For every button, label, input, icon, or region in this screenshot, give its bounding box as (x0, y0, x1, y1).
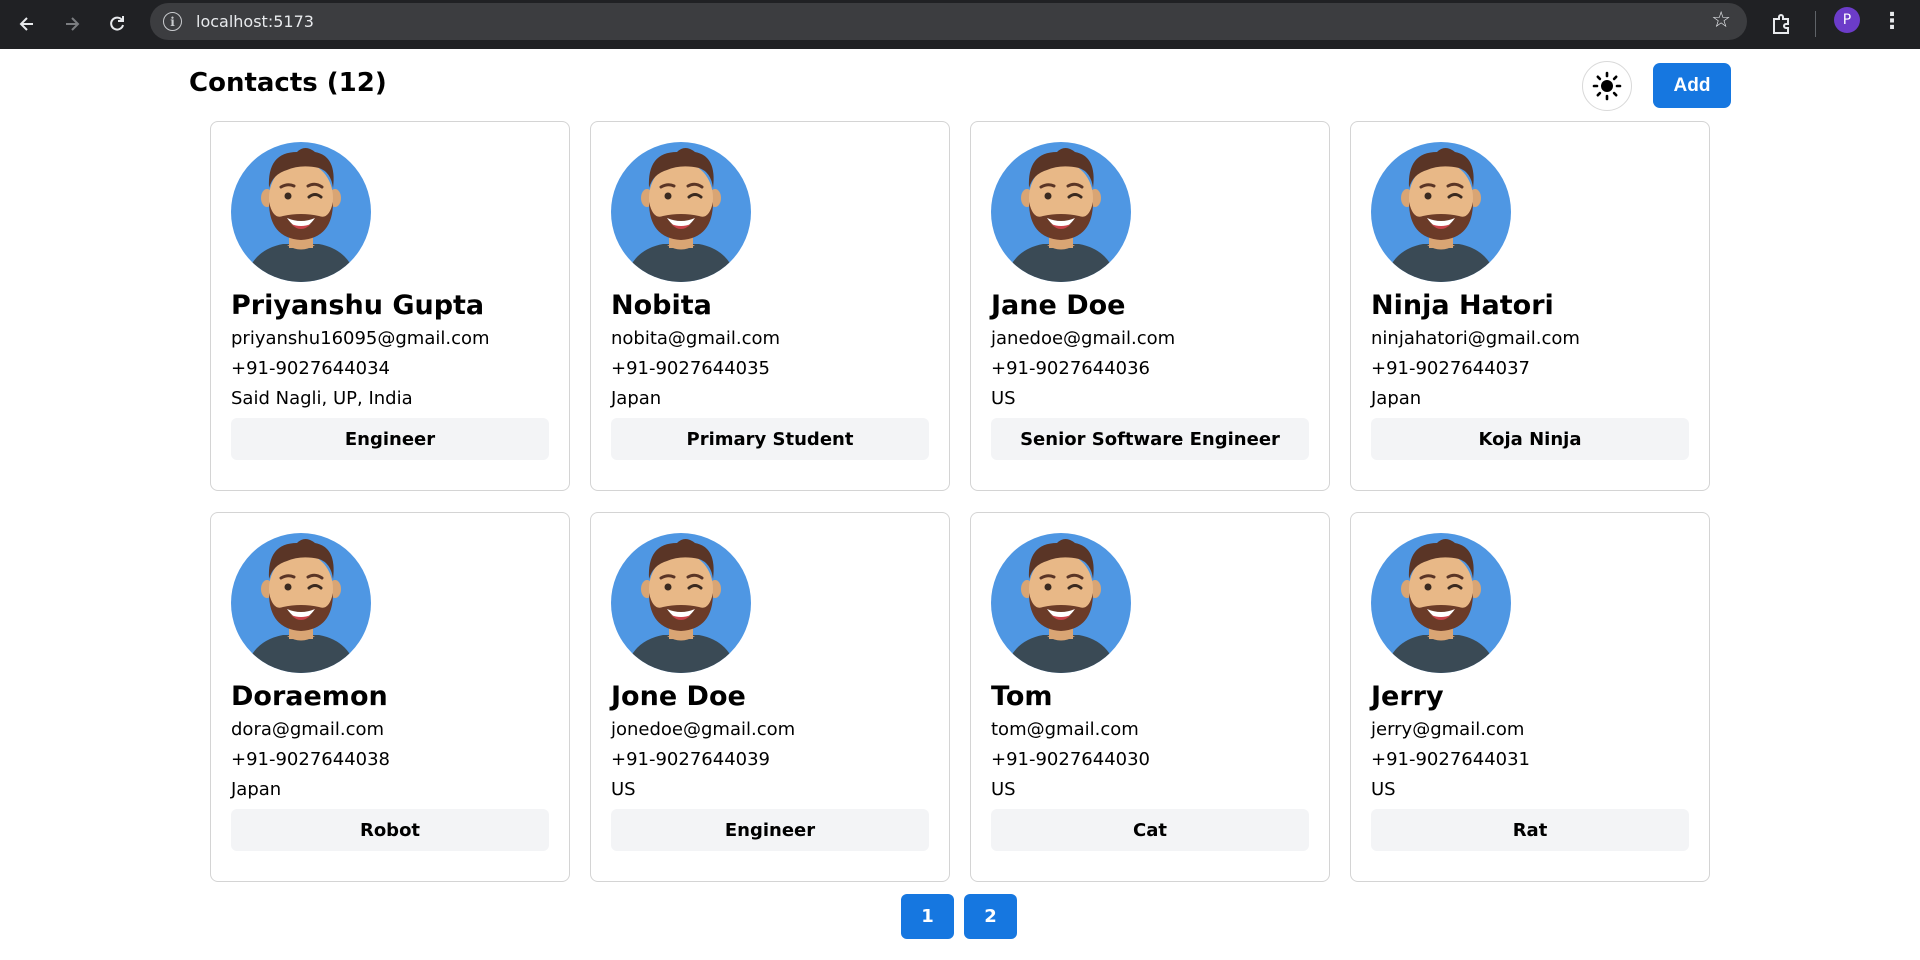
contact-card[interactable]: Jane Doe janedoe@gmail.com +91-902764403… (970, 121, 1330, 491)
back-arrow-icon[interactable] (11, 8, 43, 40)
contact-address: Japan (611, 388, 662, 409)
avatar (231, 533, 371, 673)
avatar (991, 533, 1131, 673)
contact-name: Jone Doe (611, 681, 746, 712)
contact-card[interactable]: Tom tom@gmail.com +91-9027644030 US Cat (970, 512, 1330, 882)
contact-address: Japan (231, 779, 282, 800)
contact-name: Ninja Hatori (1371, 290, 1554, 321)
contact-phone: +91-9027644030 (991, 749, 1151, 770)
bookmark-star-icon[interactable]: ☆ (1711, 8, 1731, 33)
contact-name: Jerry (1371, 681, 1444, 712)
avatar (1371, 533, 1511, 673)
sun-icon (1592, 71, 1622, 101)
contact-phone: +91-9027644038 (231, 749, 391, 770)
contact-name: Tom (991, 681, 1053, 712)
add-contact-button[interactable]: Add (1653, 63, 1731, 108)
contact-email: ninjahatori@gmail.com (1371, 328, 1580, 349)
contact-address: Said Nagli, UP, India (231, 388, 413, 409)
forward-arrow-icon[interactable] (56, 8, 88, 40)
site-info-icon[interactable]: i (163, 12, 182, 31)
contact-card[interactable]: Nobita nobita@gmail.com +91-9027644035 J… (590, 121, 950, 491)
toolbar-divider (1815, 11, 1816, 37)
contact-card[interactable]: Jerry jerry@gmail.com +91-9027644031 US … (1350, 512, 1710, 882)
contact-email: tom@gmail.com (991, 719, 1139, 740)
contact-phone: +91-9027644036 (991, 358, 1151, 379)
browser-toolbar: i localhost:5173 ☆ P ⋮ (0, 0, 1920, 49)
address-bar[interactable]: i localhost:5173 ☆ (150, 3, 1747, 40)
page-button-1[interactable]: 1 (901, 894, 954, 939)
contact-email: janedoe@gmail.com (991, 328, 1176, 349)
contact-email: jerry@gmail.com (1371, 719, 1525, 740)
avatar (231, 142, 371, 282)
contact-name: Priyanshu Gupta (231, 290, 485, 321)
contact-card[interactable]: Priyanshu Gupta priyanshu16095@gmail.com… (210, 121, 570, 491)
contact-phone: +91-9027644035 (611, 358, 771, 379)
contact-role-badge[interactable]: Engineer (611, 809, 929, 851)
contact-phone: +91-9027644034 (231, 358, 391, 379)
page-title: Contacts (12) (189, 68, 387, 98)
contact-role-badge[interactable]: Engineer (231, 418, 549, 460)
contact-address: US (991, 779, 1016, 800)
contact-email: dora@gmail.com (231, 719, 385, 740)
contact-role-badge[interactable]: Koja Ninja (1371, 418, 1689, 460)
pagination: 12 (901, 894, 1017, 939)
contact-role-badge[interactable]: Senior Software Engineer (991, 418, 1309, 460)
contact-card[interactable]: Ninja Hatori ninjahatori@gmail.com +91-9… (1350, 121, 1710, 491)
url-text[interactable]: localhost:5173 (196, 12, 314, 31)
avatar (611, 533, 751, 673)
contact-address: Japan (1371, 388, 1422, 409)
profile-avatar[interactable]: P (1834, 7, 1860, 33)
contact-card[interactable]: Doraemon dora@gmail.com +91-9027644038 J… (210, 512, 570, 882)
contact-card[interactable]: Jone Doe jonedoe@gmail.com +91-902764403… (590, 512, 950, 882)
contact-phone: +91-9027644037 (1371, 358, 1531, 379)
contact-role-badge[interactable]: Primary Student (611, 418, 929, 460)
reload-icon[interactable] (101, 8, 133, 40)
avatar (991, 142, 1131, 282)
page-button-2[interactable]: 2 (964, 894, 1017, 939)
contact-address: US (991, 388, 1016, 409)
contact-address: US (1371, 779, 1396, 800)
contact-name: Jane Doe (991, 290, 1126, 321)
contacts-grid: Priyanshu Gupta priyanshu16095@gmail.com… (210, 121, 1710, 882)
contact-phone: +91-9027644039 (611, 749, 771, 770)
theme-toggle-button[interactable] (1582, 61, 1632, 111)
contact-email: nobita@gmail.com (611, 328, 781, 349)
avatar (611, 142, 751, 282)
avatar (1371, 142, 1511, 282)
contact-role-badge[interactable]: Cat (991, 809, 1309, 851)
contact-name: Doraemon (231, 681, 388, 712)
contact-name: Nobita (611, 290, 712, 321)
contact-phone: +91-9027644031 (1371, 749, 1531, 770)
more-menu-icon[interactable]: ⋮ (1880, 5, 1904, 39)
contact-role-badge[interactable]: Robot (231, 809, 549, 851)
contact-role-badge[interactable]: Rat (1371, 809, 1689, 851)
contact-email: jonedoe@gmail.com (611, 719, 796, 740)
contact-address: US (611, 779, 636, 800)
extensions-icon[interactable] (1765, 7, 1799, 41)
contact-email: priyanshu16095@gmail.com (231, 328, 490, 349)
